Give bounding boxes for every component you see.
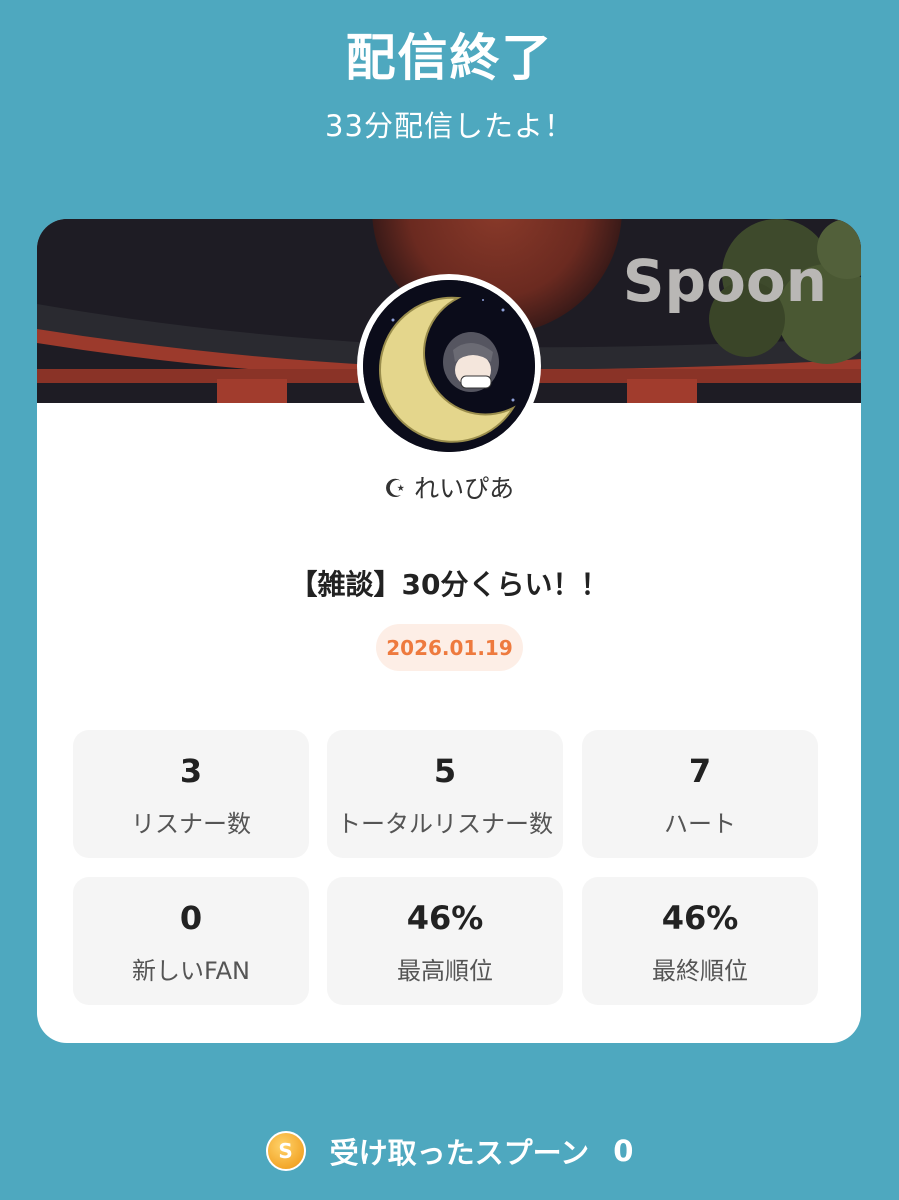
stat-label: トータルリスナー数 <box>337 810 553 838</box>
spoon-logo: Spoon <box>622 247 827 315</box>
username: ☪︎ れいぴあ <box>383 474 515 503</box>
broadcast-summary-card: Spoon ☪︎ れいぴあ 【雑談】30分くらい！！ 2026.01.19 3 <box>37 219 861 1043</box>
stat-value: 46% <box>406 899 484 937</box>
stat-value: 7 <box>688 752 712 790</box>
stat-highest-rank: 46% 最高順位 <box>327 877 563 1005</box>
stat-label: 新しいFAN <box>132 957 250 985</box>
received-spoons-count: 0 <box>613 1134 634 1168</box>
stat-value: 5 <box>433 752 457 790</box>
received-spoons-label: 受け取ったスプーン <box>329 1136 590 1170</box>
moon-character-icon <box>363 280 535 452</box>
avatar-image <box>363 280 535 452</box>
stat-label: ハート <box>664 810 736 838</box>
stat-label: 最終順位 <box>652 957 748 985</box>
stat-final-rank: 46% 最終順位 <box>582 877 818 1005</box>
avatar[interactable] <box>357 274 541 458</box>
received-spoons: S 受け取ったスプーン 0 <box>0 1130 899 1172</box>
stat-value: 46% <box>661 899 739 937</box>
stat-total-listeners: 5 トータルリスナー数 <box>327 730 563 858</box>
broadcast-title: 【雑談】30分くらい！！ <box>289 568 609 601</box>
stat-value: 0 <box>179 899 203 937</box>
stat-value: 3 <box>179 752 203 790</box>
date-badge: 2026.01.19 <box>376 624 523 671</box>
spoon-coin-icon: S <box>265 1131 306 1171</box>
stat-new-fans: 0 新しいFAN <box>73 877 309 1005</box>
page-title: 配信終了 <box>345 29 554 87</box>
stat-label: リスナー数 <box>131 810 251 838</box>
stat-hearts: 7 ハート <box>582 730 818 858</box>
stat-label: 最高順位 <box>397 957 493 985</box>
stat-listeners: 3 リスナー数 <box>73 730 309 858</box>
broadcast-duration: 33分配信したよ！ <box>325 109 574 143</box>
